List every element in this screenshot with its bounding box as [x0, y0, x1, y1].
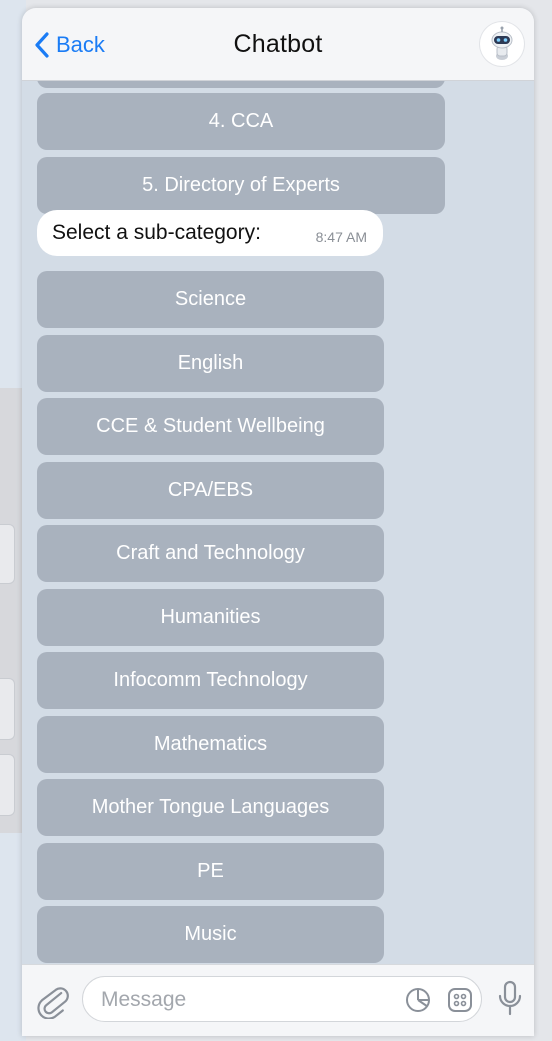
- keyboard-button-english[interactable]: English: [37, 335, 384, 392]
- background-field: [0, 524, 15, 584]
- keyboard-button-cpa-ebs[interactable]: CPA/EBS: [37, 462, 384, 519]
- background-button: [0, 678, 15, 740]
- keyboard-button-infocomm[interactable]: Infocomm Technology: [37, 652, 384, 709]
- keyboard-button-craft-tech[interactable]: Craft and Technology: [37, 525, 384, 582]
- keyboard-button-humanities[interactable]: Humanities: [37, 589, 384, 646]
- keyboard-button-science[interactable]: Science: [37, 271, 384, 328]
- keyboard-button-cce[interactable]: CCE & Student Wellbeing: [37, 398, 384, 455]
- message-time: 8:47 AM: [315, 229, 367, 245]
- background-button: [0, 754, 15, 816]
- message-field[interactable]: [82, 976, 482, 1023]
- message-bubble: Select a sub-category: 8:47 AM: [37, 210, 383, 256]
- paperclip-icon[interactable]: [36, 983, 70, 1019]
- message-text: Select a sub-category:: [52, 221, 261, 244]
- nav-bar: Back Chatbot: [22, 8, 534, 81]
- keyboard-button-partial[interactable]: [37, 80, 445, 88]
- chat-area: 4. CCA 5. Directory of Experts Select a …: [22, 80, 534, 964]
- keyboard-button-cca[interactable]: 4. CCA: [37, 93, 445, 150]
- keyboard-button-music[interactable]: Music: [37, 906, 384, 963]
- bot-commands-icon[interactable]: [447, 987, 473, 1013]
- message-input[interactable]: [99, 977, 393, 1023]
- keyboard-button-mother-tongue[interactable]: Mother Tongue Languages: [37, 779, 384, 836]
- microphone-icon[interactable]: [496, 979, 524, 1019]
- keyboard-button-mathematics[interactable]: Mathematics: [37, 716, 384, 773]
- keyboard-button-directory[interactable]: 5. Directory of Experts: [37, 157, 445, 214]
- chat-sheet: Back Chatbot 4. CCA 5. Directory of Expe…: [22, 8, 534, 1036]
- sticker-icon[interactable]: [405, 987, 431, 1013]
- page-title: Chatbot: [233, 30, 323, 58]
- message-input-bar: [22, 964, 534, 1036]
- keyboard-button-pe[interactable]: PE: [37, 843, 384, 900]
- robot-avatar-icon[interactable]: [480, 22, 524, 66]
